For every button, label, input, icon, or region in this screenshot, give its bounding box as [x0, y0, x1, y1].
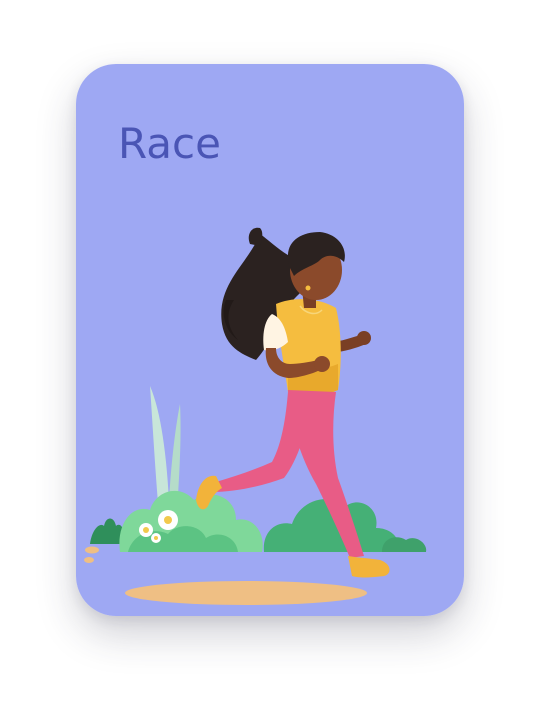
woman-running-illustration	[84, 227, 427, 605]
daisy-flower	[139, 523, 153, 537]
back-fist	[357, 331, 371, 345]
ground-path	[125, 581, 367, 605]
pebble	[85, 546, 99, 554]
front-shoe	[348, 556, 390, 578]
earring	[305, 285, 311, 291]
bush-small	[90, 518, 125, 544]
pebble	[84, 557, 94, 563]
bush-right-small	[382, 537, 427, 552]
daisy-flower	[151, 533, 161, 543]
daisy-flower	[158, 510, 178, 530]
front-fist	[314, 356, 330, 372]
hair-strand	[248, 227, 263, 246]
race-card[interactable]: Race	[76, 64, 464, 616]
